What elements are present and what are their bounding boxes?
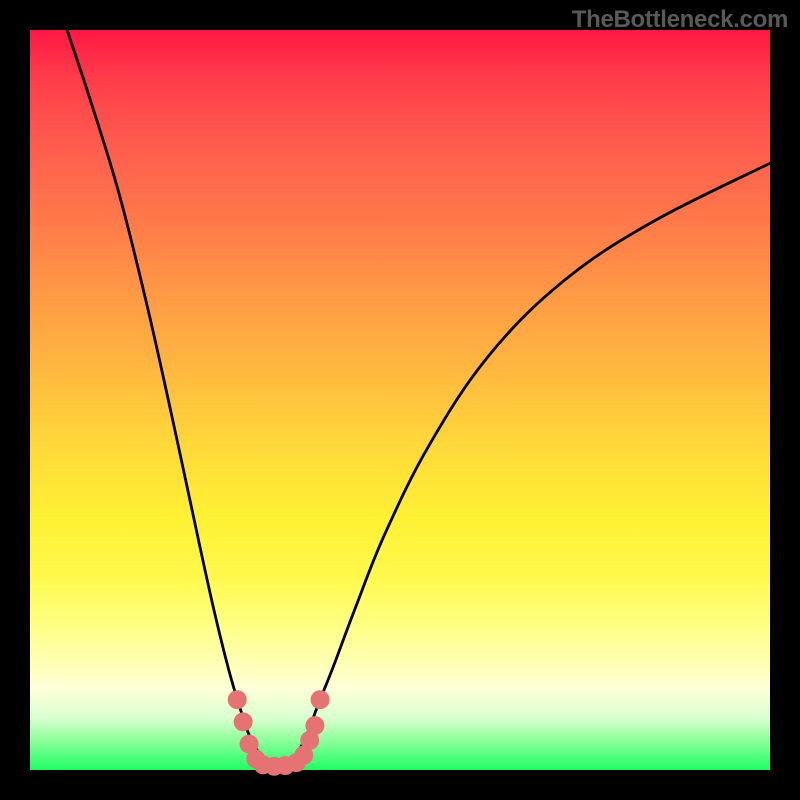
cluster-dot [234,712,253,731]
cluster-dot [228,690,247,709]
cluster-dot [311,690,330,709]
plot-area [30,30,770,770]
bottom-dot-cluster [228,690,330,776]
curve-layer [30,30,770,770]
right-branch-curve [289,163,770,766]
chart-frame: TheBottleneck.com [0,0,800,800]
left-branch-curve [67,30,271,766]
cluster-dot [305,716,324,735]
